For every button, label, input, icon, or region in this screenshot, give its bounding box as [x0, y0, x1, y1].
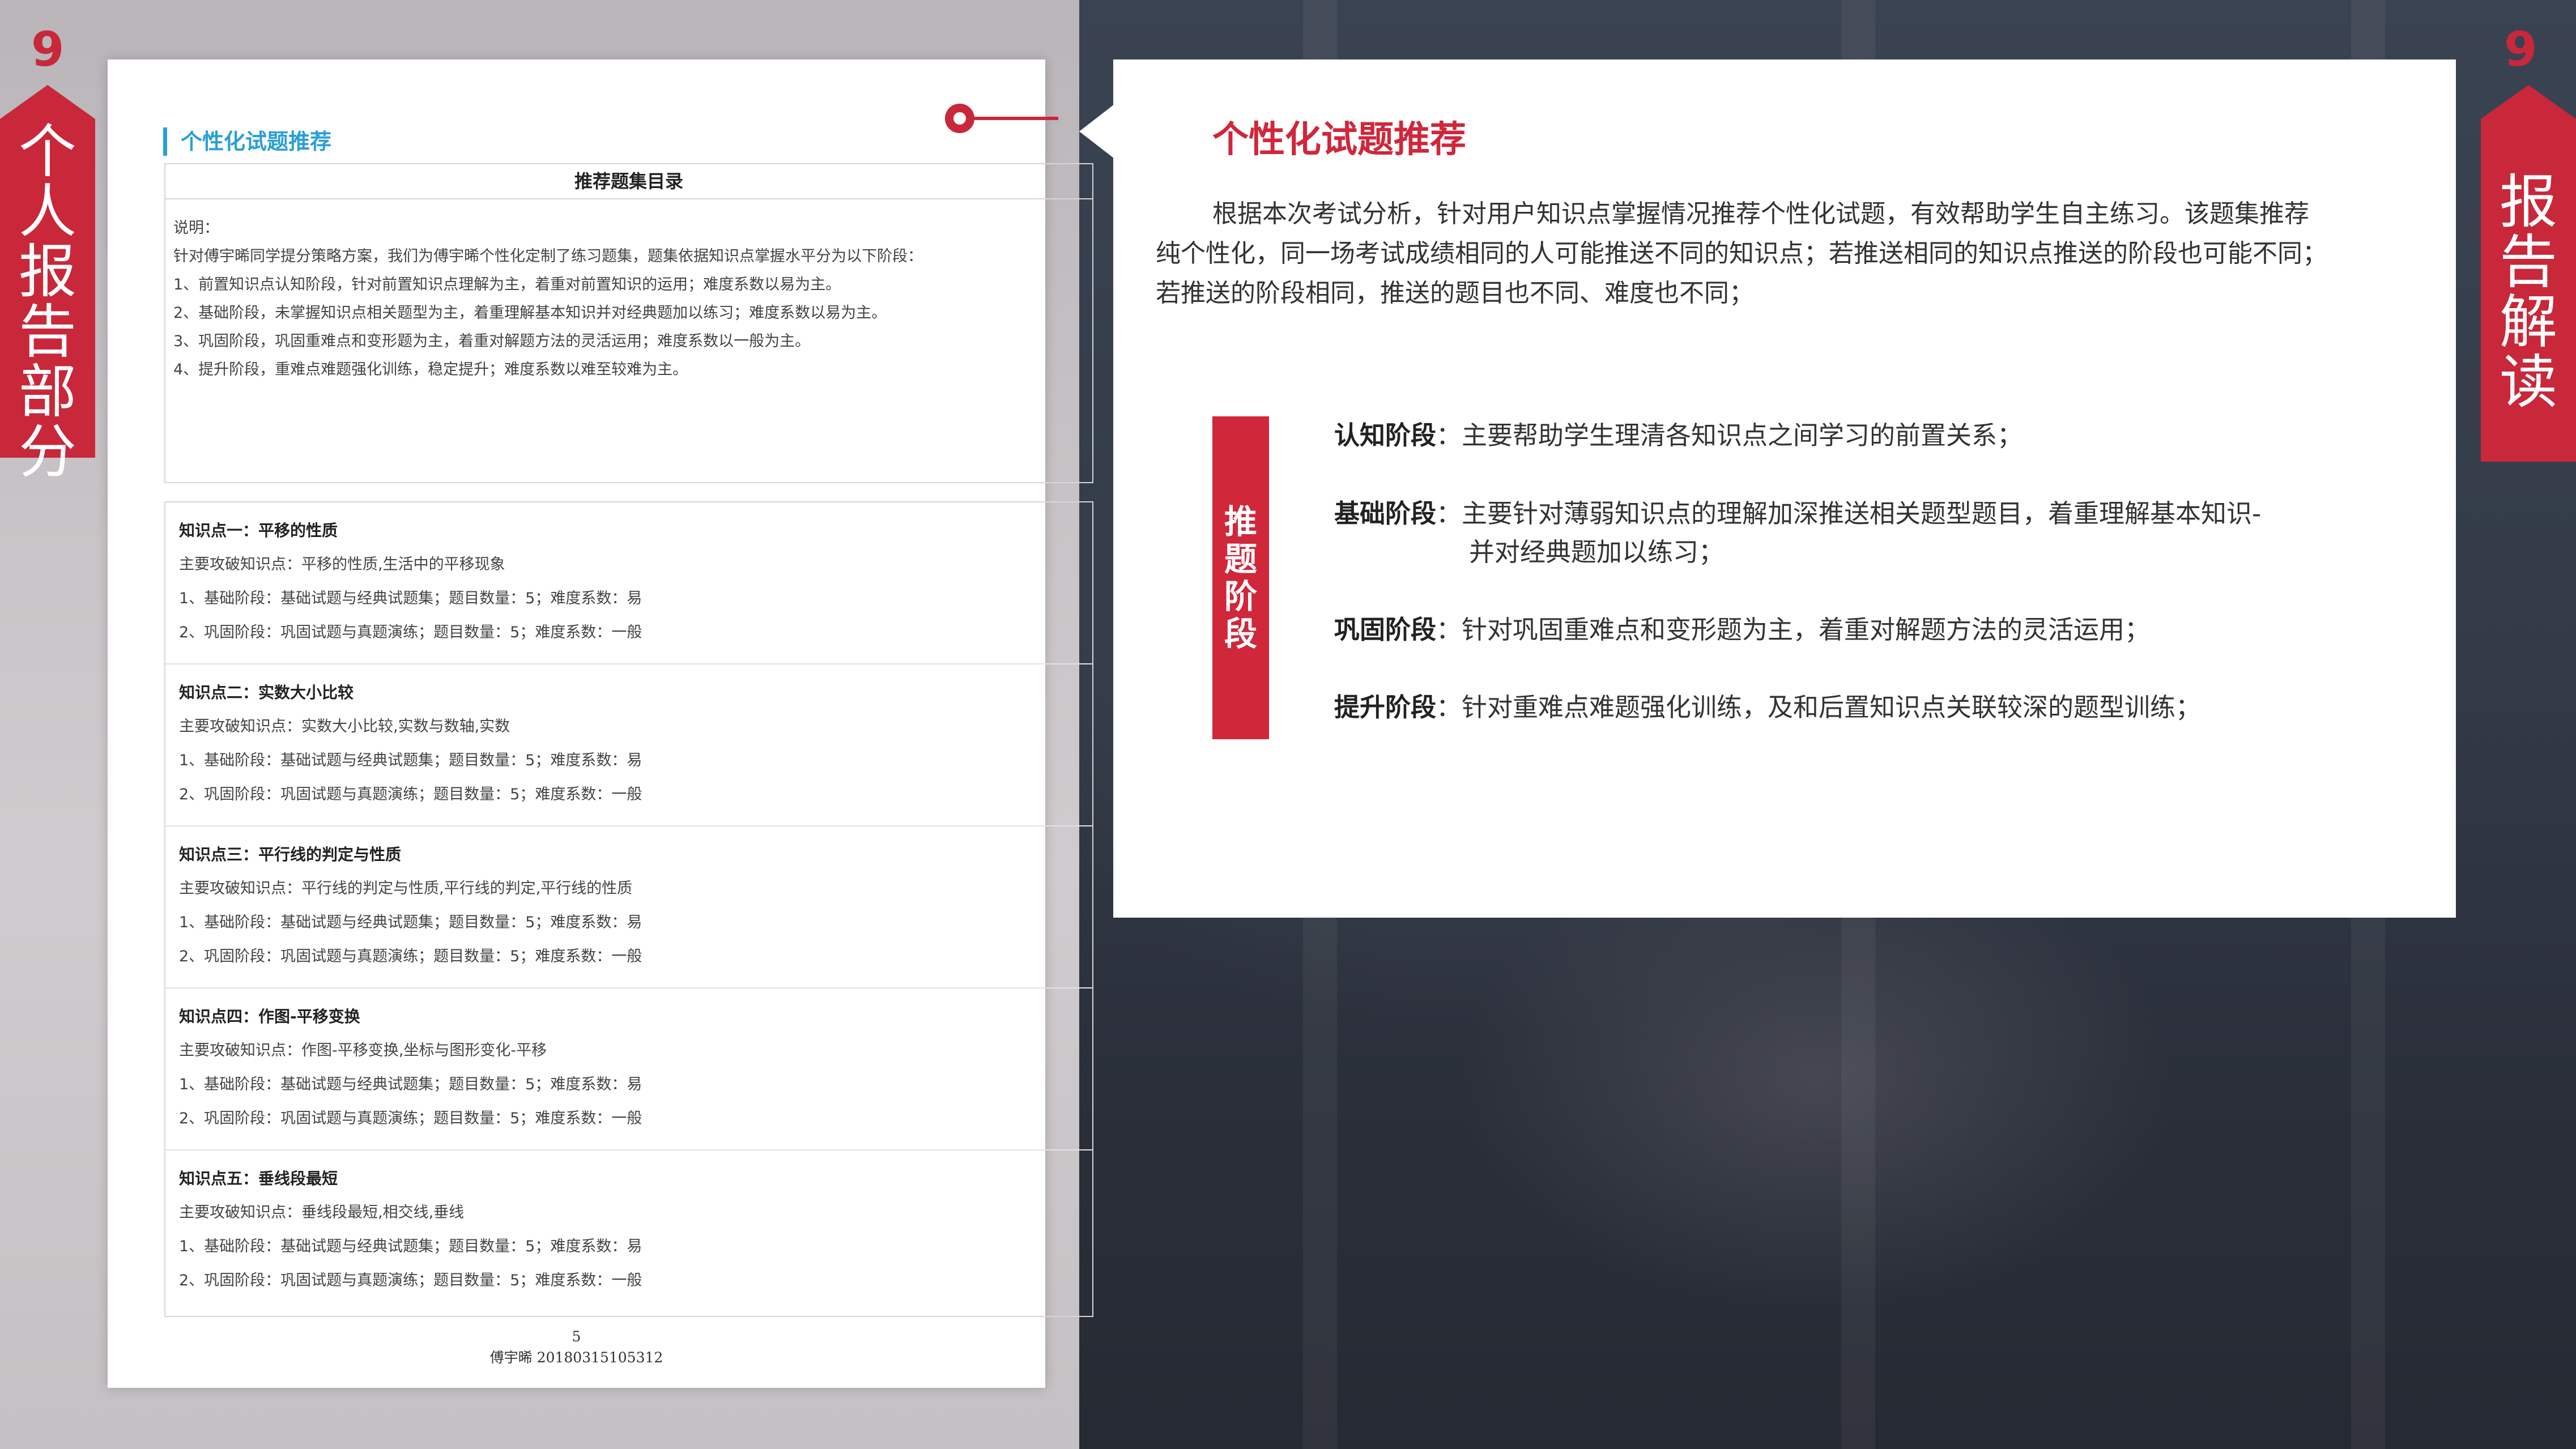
intro-line: 2、基础阶段，未掌握知识点相关题型为主，着重理解基本知识并对经典题加以练习；难度… [173, 304, 887, 322]
catalog-intro: 说明： 针对傅宇晞同学提分策略方案，我们为傅宇晞个性化定制了练习题集，题集依据知… [165, 199, 1092, 384]
right-tab-arrow [2481, 85, 2576, 119]
stage-name: 认知阶段 [1334, 420, 1437, 450]
knowledge-point-title: 知识点二：实数大小比较 [179, 683, 354, 702]
report-page: 个性化试题推荐 推荐题集目录 说明： 针对傅宇晞同学提分策略方案，我们为傅宇晞个… [108, 59, 1093, 1388]
stage-text-continued: 并对经典题加以练习； [1469, 537, 1725, 567]
stage-item: 巩固阶段：针对巩固重难点和变形题为主，着重对解题方法的灵活运用； [1334, 611, 2150, 649]
connector-dot [945, 104, 974, 133]
left-tab-arrow [0, 85, 95, 119]
left-section-tab: 个人报告部分 [0, 85, 95, 483]
right-section-number: 9 [2504, 22, 2537, 77]
card-description: 根据本次考试分析，针对用户知识点掌握情况推荐个性化试题，有效帮助学生自主练习。该… [1156, 194, 2442, 313]
stage-text: 针对巩固重难点和变形题为主，着重对解题方法的灵活运用； [1462, 615, 2151, 645]
vertical-char: 读 [2500, 349, 2557, 416]
vertical-char: 告 [19, 299, 76, 366]
intro-line: 1、前置知识点认知阶段，针对前置知识点理解为主，着重对前置知识的运用；难度系数以… [173, 276, 841, 293]
vertical-char: 分 [19, 419, 76, 486]
connector-line [973, 117, 1058, 120]
card-pointer [1079, 104, 1114, 159]
vertical-char: 段 [1224, 615, 1257, 653]
knowledge-point-title: 知识点一：平移的性质 [179, 521, 338, 540]
knowledge-point-item: 知识点四：作图-平移变换 主要攻破知识点：作图-平移变换,坐标与图形变化-平移 … [165, 988, 1092, 1150]
right-section-label: 报告解读 [2481, 119, 2576, 413]
stage-name: 基础阶段 [1334, 498, 1437, 529]
knowledge-point-list: 知识点一：平移的性质 主要攻破知识点：平移的性质,生活中的平移现象 1、基础阶段… [164, 501, 1093, 1317]
knowledge-point-item: 知识点一：平移的性质 主要攻破知识点：平移的性质,生活中的平移现象 1、基础阶段… [165, 502, 1092, 664]
vertical-char: 部 [19, 359, 76, 426]
intro-line: 针对傅宇晞同学提分策略方案，我们为傅宇晞个性化定制了练习题集，题集依据知识点掌握… [173, 248, 923, 265]
knowledge-point-stage: 2、巩固阶段：巩固试题与真题演练；题目数量：5；难度系数：一般 [179, 1272, 642, 1289]
stage-name: 巩固阶段 [1334, 615, 1437, 645]
knowledge-point-item: 知识点二：实数大小比较 主要攻破知识点：实数大小比较,实数与数轴,实数 1、基础… [165, 664, 1092, 826]
stage-separator: ： [1436, 615, 1462, 645]
knowledge-point-title: 知识点三：平行线的判定与性质 [179, 845, 402, 864]
stage-separator: ： [1436, 420, 1462, 450]
report-footer-id: 傅宇晞 20180315105312 [489, 1349, 663, 1366]
stage-item: 提升阶段：针对重难点难题强化训练，及和后置知识点关联较深的题型训练； [1334, 688, 2201, 727]
vertical-char: 报 [19, 238, 76, 306]
knowledge-point-focus: 主要攻破知识点：作图-平移变换,坐标与图形变化-平移 [179, 1042, 547, 1059]
description-line: 纯个性化，同一场考试成绩相同的人可能推送不同的知识点；若推送相同的知识点推送的阶… [1156, 239, 2327, 268]
stage-text: 针对重难点难题强化训练，及和后置知识点关联较深的题型训练； [1462, 692, 2202, 722]
knowledge-point-focus: 主要攻破知识点：垂线段最短,相交线,垂线 [179, 1204, 465, 1221]
knowledge-point-stage: 1、基础阶段：基础试题与经典试题集；题目数量：5；难度系数：易 [179, 1076, 642, 1093]
knowledge-point-stage: 2、巩固阶段：巩固试题与真题演练；题目数量：5；难度系数：一般 [179, 786, 642, 803]
vertical-char: 解 [2500, 289, 2557, 356]
vertical-char: 阶 [1224, 577, 1257, 616]
knowledge-point-stage: 1、基础阶段：基础试题与经典试题集；题目数量：5；难度系数：易 [179, 752, 642, 769]
page-number: 5 [572, 1328, 581, 1345]
doc-section-title: 个性化试题推荐 [163, 127, 331, 156]
knowledge-point-focus: 主要攻破知识点：平行线的判定与性质,平行线的判定,平行线的性质 [179, 880, 633, 897]
knowledge-point-focus: 主要攻破知识点：平移的性质,生活中的平移现象 [179, 556, 505, 573]
stage-item: 基础阶段：主要针对薄弱知识点的理解加深推送相关题型题目，着重理解基本知识- 并对… [1334, 495, 2261, 572]
card-title: 个性化试题推荐 [1212, 119, 1466, 161]
stage-name: 提升阶段 [1334, 692, 1437, 722]
stage-separator: ： [1436, 498, 1462, 529]
catalog-box: 推荐题集目录 说明： 针对傅宇晞同学提分策略方案，我们为傅宇晞个性化定制了练习题… [164, 163, 1093, 483]
stage-item: 认知阶段：主要帮助学生理清各知识点之间学习的前置关系； [1334, 416, 2023, 455]
vertical-char: 推 [1224, 502, 1257, 541]
vertical-char: 个 [19, 118, 76, 186]
knowledge-point-stage: 1、基础阶段：基础试题与经典试题集；题目数量：5；难度系数：易 [179, 590, 642, 607]
knowledge-point-stage: 2、巩固阶段：巩固试题与真题演练；题目数量：5；难度系数：一般 [179, 1110, 642, 1127]
knowledge-point-stage: 1、基础阶段：基础试题与经典试题集；题目数量：5；难度系数：易 [179, 914, 642, 931]
stage-separator: ： [1436, 692, 1462, 722]
stage-text: 主要帮助学生理清各知识点之间学习的前置关系； [1462, 420, 2023, 450]
intro-line: 3、巩固阶段，巩固重难点和变形题为主，着重对解题方法的灵活运用；难度系数以一般为… [173, 333, 811, 350]
catalog-title: 推荐题集目录 [165, 164, 1092, 199]
description-line: 根据本次考试分析，针对用户知识点掌握情况推荐个性化试题，有效帮助学生自主练习。该… [1212, 199, 2309, 228]
knowledge-point-title: 知识点四：作图-平移变换 [179, 1007, 360, 1026]
right-section-tab: 报告解读 [2481, 85, 2576, 462]
knowledge-point-title: 知识点五：垂线段最短 [179, 1169, 338, 1188]
knowledge-point-item: 知识点五：垂线段最短 主要攻破知识点：垂线段最短,相交线,垂线 1、基础阶段：基… [165, 1150, 1092, 1312]
vertical-char: 题 [1224, 540, 1257, 578]
explanation-card: 个性化试题推荐 根据本次考试分析，针对用户知识点掌握情况推荐个性化试题，有效帮助… [1113, 59, 2456, 918]
intro-line: 说明： [173, 219, 219, 237]
vertical-char: 告 [2500, 229, 2557, 296]
stage-label-bar: 推题阶段 [1212, 416, 1269, 739]
knowledge-point-stage: 2、巩固阶段：巩固试题与真题演练；题目数量：5；难度系数：一般 [179, 624, 642, 641]
knowledge-point-focus: 主要攻破知识点：实数大小比较,实数与数轴,实数 [179, 718, 510, 735]
vertical-char: 报 [2500, 169, 2557, 236]
intro-line: 4、提升阶段，重难点难题强化训练，稳定提升；难度系数以难至较难为主。 [173, 361, 688, 378]
left-section-number: 9 [31, 22, 65, 77]
description-line: 若推送的阶段相同，推送的题目也不同、难度也不同； [1156, 279, 1754, 308]
knowledge-point-item: 知识点三：平行线的判定与性质 主要攻破知识点：平行线的判定与性质,平行线的判定,… [165, 826, 1092, 988]
left-section-label: 个人报告部分 [0, 119, 95, 483]
knowledge-point-stage: 1、基础阶段：基础试题与经典试题集；题目数量：5；难度系数：易 [179, 1238, 642, 1255]
stage-text: 主要针对薄弱知识点的理解加深推送相关题型题目，着重理解基本知识- [1462, 498, 2262, 529]
knowledge-point-stage: 2、巩固阶段：巩固试题与真题演练；题目数量：5；难度系数：一般 [179, 948, 642, 965]
vertical-char: 人 [19, 178, 76, 246]
